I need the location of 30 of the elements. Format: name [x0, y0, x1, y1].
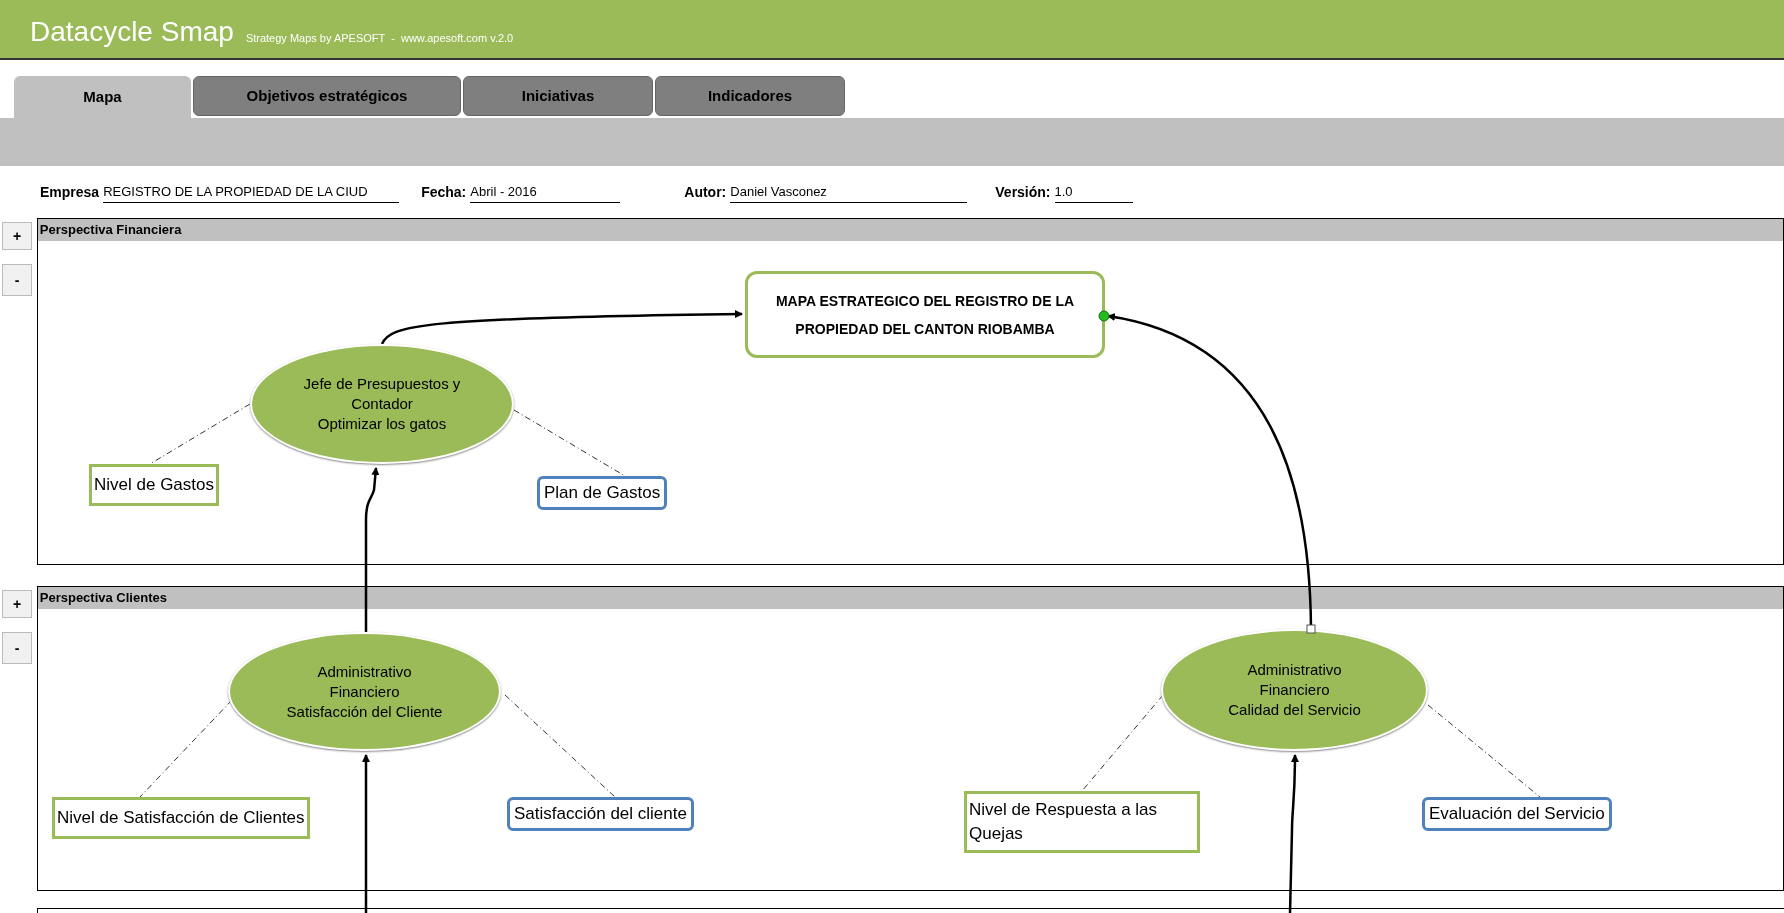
objective-node: Jefe de Presupuestos y Contador Optimizar los gatos [250, 344, 514, 464]
field-label: Empresa [40, 182, 100, 202]
field-value: Abril - 2016 [470, 182, 621, 203]
initiative-node: Satisfacción del cliente [507, 797, 694, 831]
perspective-header: Perspectiva Clientes [37, 587, 1783, 609]
app-title: Datacycle Smap [30, 18, 234, 46]
field-label: Autor: [684, 182, 727, 202]
collapse-button[interactable]: - [2, 632, 32, 664]
expand-button[interactable]: + [2, 222, 32, 250]
indicator-node: Nivel de Gastos [89, 464, 219, 506]
map-title-node: MAPA ESTRATEGICO DEL REGISTRO DE LA PROPIEDAD DEL CANTON RIOBAMBA [745, 271, 1105, 358]
tab[interactable]: Iniciativas [463, 76, 653, 116]
initiative-node: Evaluación del Servicio [1422, 797, 1612, 831]
objective-node: Administrativo Financiero Calidad del Servicio [1161, 629, 1428, 751]
tab[interactable]: Mapa [14, 76, 191, 118]
indicator-node: Nivel de Respuesta a las Quejas [964, 791, 1200, 853]
field-label: Fecha: [421, 182, 467, 202]
field-value: Daniel Vasconez [730, 182, 968, 203]
collapse-button[interactable]: - [2, 264, 32, 296]
objective-node: Administrativo Financiero Satisfacción del Cliente [228, 632, 501, 751]
expand-button[interactable]: + [2, 590, 32, 618]
initiative-node: Plan de Gastos [537, 476, 668, 510]
field-label: Versión: [995, 182, 1051, 202]
perspective-header: Perspectiva Financiera [37, 219, 1783, 241]
app-subtitle: Strategy Maps by APESOFT - www.apesoft.com v.2.0 [245, 33, 514, 46]
field-value: 1.0 [1054, 182, 1133, 203]
tab[interactable]: Indicadores [655, 76, 845, 116]
tab[interactable]: Objetivos estratégicos [193, 76, 461, 116]
field-value: REGISTRO DE LA PROPIEDAD DE LA CIUD [103, 182, 400, 203]
indicator-node: Nivel de Satisfacción de Clientes [52, 797, 310, 839]
